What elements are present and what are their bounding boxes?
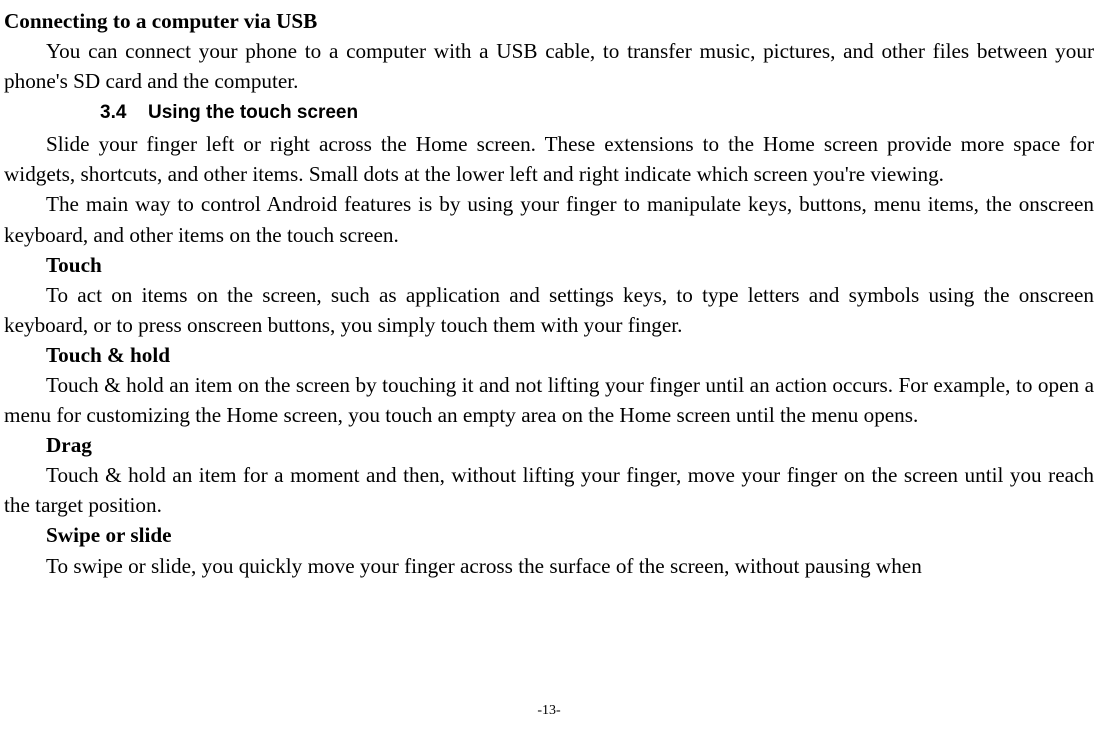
section-number: 3.4 bbox=[100, 100, 148, 127]
document-page: Connecting to a computer via USB You can… bbox=[0, 0, 1098, 731]
paragraph-swipe: To swipe or slide, you quickly move your… bbox=[4, 551, 1094, 581]
label-swipe: Swipe or slide bbox=[4, 520, 1094, 550]
paragraph-usb: You can connect your phone to a computer… bbox=[4, 36, 1094, 96]
paragraph-touch-hold: Touch & hold an item on the screen by to… bbox=[4, 370, 1094, 430]
page-number: -13- bbox=[0, 701, 1098, 721]
paragraph-touch: To act on items on the screen, such as a… bbox=[4, 280, 1094, 340]
section-header-3-4: 3.4Using the touch screen bbox=[4, 100, 1094, 127]
label-drag: Drag bbox=[4, 430, 1094, 460]
label-touch: Touch bbox=[4, 250, 1094, 280]
heading-connecting-usb: Connecting to a computer via USB bbox=[4, 6, 1094, 36]
label-touch-hold: Touch & hold bbox=[4, 340, 1094, 370]
paragraph-home-screen: Slide your finger left or right across t… bbox=[4, 129, 1094, 189]
section-title: Using the touch screen bbox=[148, 102, 358, 123]
paragraph-drag: Touch & hold an item for a moment and th… bbox=[4, 460, 1094, 520]
paragraph-android-control: The main way to control Android features… bbox=[4, 189, 1094, 249]
